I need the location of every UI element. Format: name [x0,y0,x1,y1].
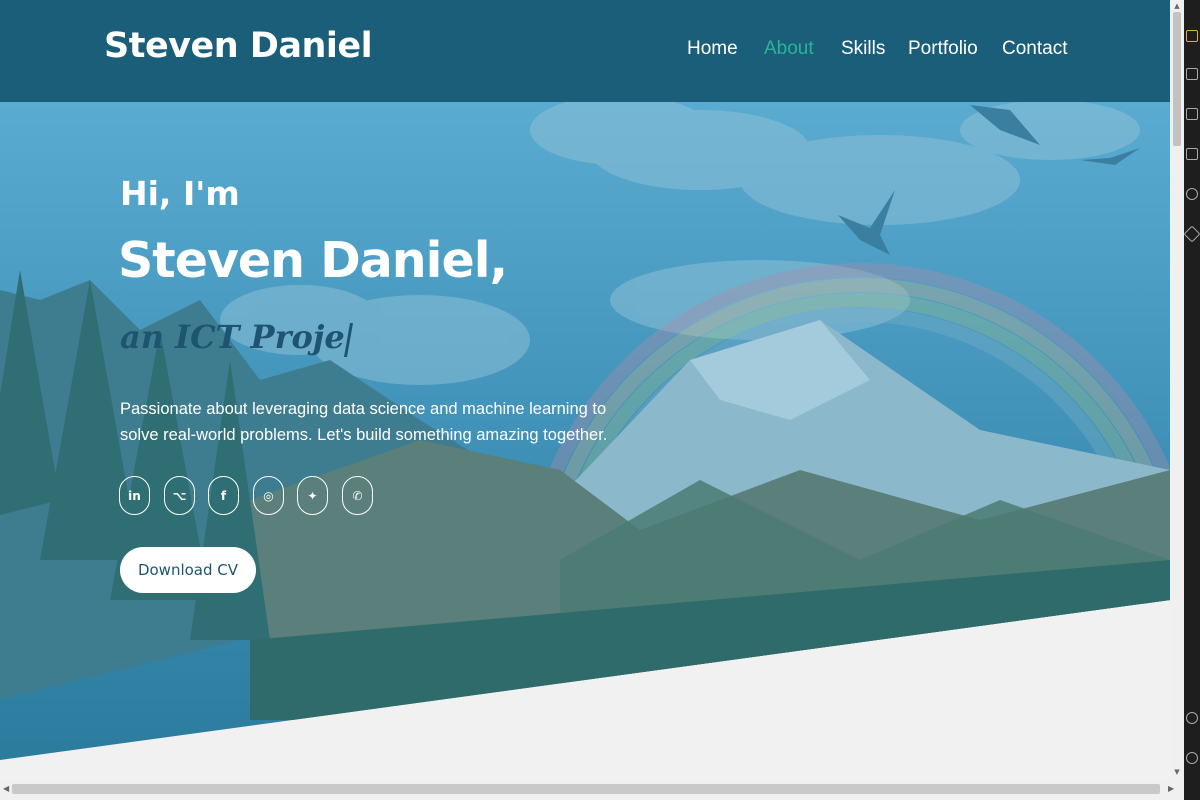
linkedin-icon[interactable]: in [119,476,150,515]
nav-about[interactable]: About [764,38,814,60]
extensions-icon[interactable] [1186,108,1198,120]
horizontal-scroll-thumb[interactable] [12,784,1160,794]
hero-greeting: Hi, I'm [120,174,240,213]
side-toolbar [1183,0,1200,800]
account-icon[interactable] [1186,712,1198,724]
hero-typing-text: an ICT Proje [120,318,353,357]
nav-home[interactable]: Home [687,38,738,60]
nav-skills[interactable]: Skills [841,38,885,60]
hero-section [0,0,1170,780]
download-cv-button[interactable]: Download CV [120,547,256,593]
monitor-icon[interactable] [1186,148,1198,160]
scroll-up-arrow-icon[interactable]: ▲ [1173,2,1181,10]
vertical-scroll-thumb[interactable] [1173,12,1181,146]
diamond-icon[interactable] [1183,225,1200,243]
navbar: Steven Daniel Home About Skills Portfoli… [0,0,1170,102]
hero-tagline: Passionate about leveraging data science… [120,400,608,444]
scroll-right-arrow-icon[interactable]: ▶ [1168,784,1174,793]
brand-logo[interactable]: Steven Daniel [104,26,373,66]
horizontal-scrollbar[interactable]: ◀ ▶ [0,780,1184,800]
gear-icon[interactable] [1186,752,1198,764]
scroll-left-arrow-icon[interactable]: ◀ [3,784,9,793]
github-icon[interactable]: ⌥ [164,476,195,515]
hero-background-illustration [0,0,1170,760]
nav-portfolio[interactable]: Portfolio [908,38,978,60]
nav-contact[interactable]: Contact [1002,38,1067,60]
apple-icon[interactable] [1186,188,1198,200]
bulb-icon[interactable] [1186,30,1198,42]
hero-name: Steven Daniel, [118,232,508,289]
whatsapp-icon[interactable]: ✆ [342,476,373,515]
vertical-scrollbar[interactable]: ▲ ▼ [1170,0,1184,780]
facebook-icon[interactable]: f [208,476,239,515]
instagram-icon[interactable]: ◎ [253,476,284,515]
branch-icon[interactable] [1186,68,1198,80]
browser-viewport: Steven Daniel Home About Skills Portfoli… [0,0,1170,780]
scroll-down-arrow-icon[interactable]: ▼ [1173,768,1181,776]
twitter-icon[interactable]: ✦ [297,476,328,515]
typing-text: an ICT Proje [120,318,345,356]
